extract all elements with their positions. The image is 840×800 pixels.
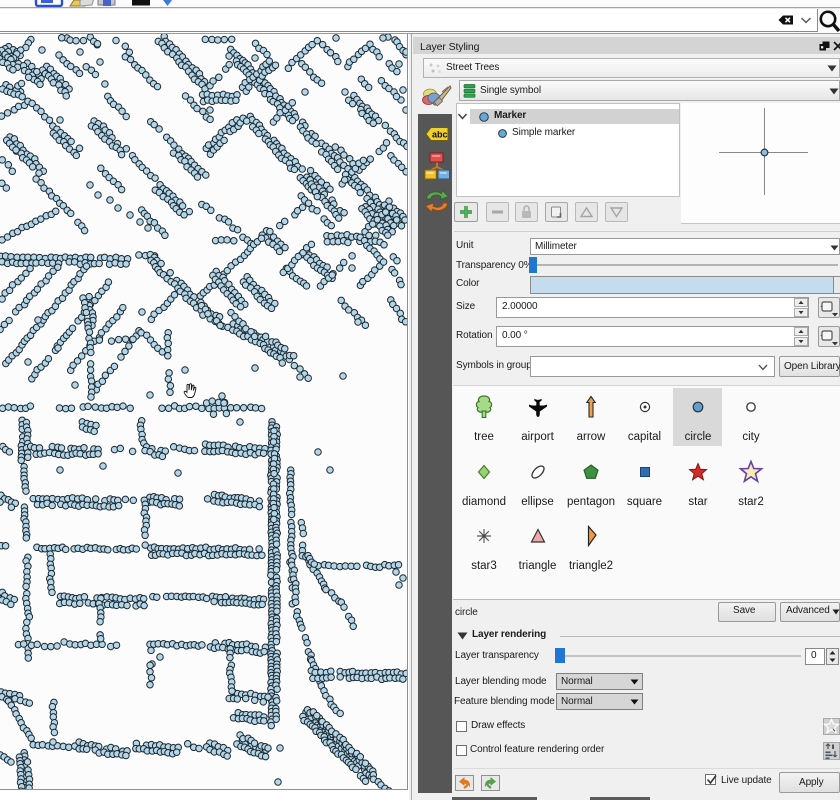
svg-text:abc: abc	[432, 130, 448, 140]
